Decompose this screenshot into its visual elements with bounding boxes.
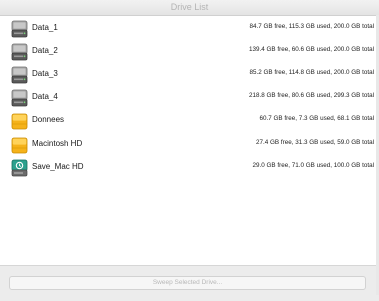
drive-name: Donnees: [32, 115, 65, 124]
drive-row[interactable]: Data_3 85.2 GB free, 114.8 GB used, 200.0…: [0, 64, 379, 86]
hard-drive-icon: [11, 20, 28, 38]
drive-usage-stats: 139.4 GB free, 60.6 GB used, 200.0 GB to…: [249, 46, 374, 53]
drive-list: Data_1 84.7 GB free, 115.3 GB used, 200.0…: [0, 16, 379, 256]
window-title: Drive List: [170, 2, 209, 12]
drive-name: Macintosh HD: [32, 139, 83, 148]
drive-row[interactable]: Data_1 84.7 GB free, 115.3 GB used, 200.0…: [0, 18, 379, 40]
hard-drive-icon: [11, 66, 28, 84]
drive-name: Save_Mac HD: [32, 162, 84, 171]
external-drive-icon: [11, 136, 28, 154]
hard-drive-icon: [11, 89, 28, 107]
title-bar[interactable]: Drive List: [0, 0, 379, 16]
drive-name: Data_2: [32, 46, 58, 55]
external-drive-icon: [11, 112, 28, 130]
drive-row[interactable]: Save_Mac HD 29.0 GB free, 71.0 GB used, 1…: [0, 157, 379, 179]
drive-usage-stats: 27.4 GB free, 31.3 GB used, 59.0 GB tota…: [256, 139, 374, 146]
hard-drive-icon: [11, 43, 28, 61]
drive-usage-stats: 85.2 GB free, 114.8 GB used, 200.0 GB to…: [249, 69, 375, 76]
drive-list-window: Drive List Data_1 84.7 GB free, 115.3 GB …: [0, 0, 379, 301]
drive-name: Data_3: [32, 69, 58, 78]
sweep-selected-drive-button[interactable]: Sweep Selected Drive...: [9, 276, 366, 290]
drive-name: Data_1: [32, 23, 58, 32]
drive-row[interactable]: Macintosh HD 27.4 GB free, 31.3 GB used, …: [0, 134, 379, 156]
drive-row[interactable]: Data_4 218.8 GB free, 80.6 GB used, 299.3…: [0, 87, 379, 109]
drive-usage-stats: 84.7 GB free, 115.3 GB used, 200.0 GB to…: [249, 23, 375, 30]
drive-name: Data_4: [32, 92, 58, 101]
drive-row[interactable]: Data_2 139.4 GB free, 60.6 GB used, 200.0…: [0, 41, 379, 63]
drive-row[interactable]: Donnees 60.7 GB free, 7.3 GB used, 68.1 G…: [0, 110, 379, 132]
drive-usage-stats: 60.7 GB free, 7.3 GB used, 68.1 GB total: [259, 115, 374, 122]
drive-usage-stats: 29.0 GB free, 71.0 GB used, 100.0 GB tot…: [252, 162, 374, 169]
drive-usage-stats: 218.8 GB free, 80.6 GB used, 299.3 GB to…: [249, 92, 374, 99]
time-machine-drive-icon: [11, 159, 28, 177]
